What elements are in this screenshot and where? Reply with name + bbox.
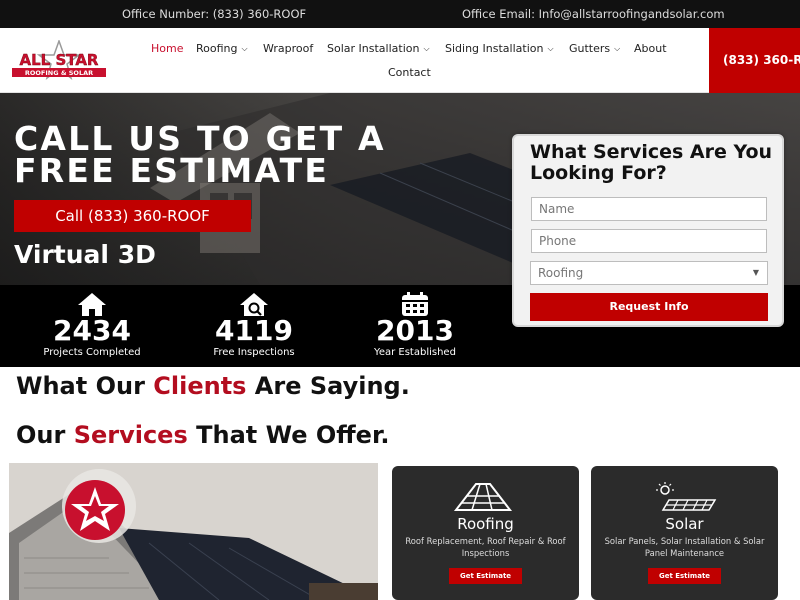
office-email[interactable]: Office Email: Info@allstarroofingandsola… xyxy=(462,7,725,21)
nav-wraproof[interactable]: Wraproof xyxy=(263,42,313,55)
hero-subtitle: Virtual 3D xyxy=(14,240,156,269)
nav-about[interactable]: About xyxy=(634,42,667,55)
nav-contact-label: Contact xyxy=(388,66,431,79)
nav-solar-installation[interactable]: Solar Installation ⌵ xyxy=(327,42,430,55)
stat-year: 2013 Year Established xyxy=(340,285,490,367)
heading-text: That We Offer. xyxy=(187,421,390,449)
roof-icon xyxy=(453,483,513,511)
heading-text: Are Saying. xyxy=(246,372,410,400)
service-title: Solar xyxy=(665,515,704,533)
services-heading: Our Services That We Offer. xyxy=(16,421,390,449)
chevron-down-icon: ⌵ xyxy=(423,44,430,53)
stat-inspections: 4119 Free Inspections xyxy=(179,285,329,367)
top-contact-bar: Office Number: (833) 360-ROOF Office Ema… xyxy=(0,0,800,28)
house-photo-image xyxy=(9,463,378,600)
stat-value: 2434 xyxy=(53,314,131,347)
service-card-roofing[interactable]: Roofing Roof Replacement, Roof Repair & … xyxy=(392,466,579,600)
chevron-down-icon: ⌵ xyxy=(547,44,554,53)
nav-about-label: About xyxy=(634,42,667,55)
solar-panel-icon xyxy=(656,482,717,511)
office-phone[interactable]: Office Number: (833) 360-ROOF xyxy=(122,7,306,21)
logo-text: ALL STAR xyxy=(20,51,99,69)
heading-text: Our xyxy=(16,421,74,449)
name-input[interactable]: Name xyxy=(531,197,767,221)
services-photo xyxy=(9,463,378,600)
nav-home[interactable]: Home xyxy=(151,42,183,55)
nav-home-label: Home xyxy=(151,42,184,55)
logo-subtext: ROOFING & SOLAR xyxy=(25,69,93,77)
header-call-button[interactable]: (833) 360-ROOF xyxy=(709,28,800,93)
get-estimate-button[interactable]: Get Estimate xyxy=(449,568,522,584)
nav-roofing-label: Roofing xyxy=(196,42,238,55)
service-description: Solar Panels, Solar Installation & Solar… xyxy=(604,536,765,558)
service-card-solar[interactable]: Solar Solar Panels, Solar Installation &… xyxy=(591,466,778,600)
site-logo[interactable]: ALL STAR ROOFING & SOLAR xyxy=(8,38,110,82)
hero-call-button[interactable]: Call (833) 360-ROOF xyxy=(14,200,251,232)
form-title: What Services Are You Looking For? xyxy=(530,141,773,184)
stat-label: Projects Completed xyxy=(43,347,141,358)
nav-wraproof-label: Wraproof xyxy=(263,42,314,55)
service-select[interactable]: Roofing ▼ xyxy=(530,261,768,285)
request-info-button[interactable]: Request Info xyxy=(530,293,768,321)
get-estimate-button[interactable]: Get Estimate xyxy=(648,568,721,584)
stat-value: 4119 xyxy=(215,314,293,347)
star-logo-icon: ALL STAR ROOFING & SOLAR xyxy=(12,38,106,80)
nav-roofing[interactable]: Roofing ⌵ xyxy=(196,42,248,55)
chevron-down-icon: ▼ xyxy=(752,268,759,277)
main-nav: Home Roofing ⌵ Wraproof Solar Installatio… xyxy=(140,28,705,93)
site-header: ALL STAR ROOFING & SOLAR Home Roofing ⌵ W… xyxy=(0,28,800,93)
hero-title: CALL US TO GET A FREE ESTIMATE xyxy=(14,119,386,190)
stat-label: Free Inspections xyxy=(213,347,295,358)
nav-siding-installation-label: Siding Installation xyxy=(445,42,544,55)
request-form: What Services Are You Looking For? Name … xyxy=(512,134,784,327)
nav-solar-installation-label: Solar Installation xyxy=(327,42,420,55)
heading-accent: Services xyxy=(73,421,188,449)
chevron-down-icon: ⌵ xyxy=(241,44,248,53)
stat-value: 2013 xyxy=(376,314,454,347)
nav-contact[interactable]: Contact xyxy=(388,66,431,79)
service-description: Roof Replacement, Roof Repair & Roof Ins… xyxy=(405,536,566,558)
chevron-down-icon: ⌵ xyxy=(614,44,621,53)
nav-siding-installation[interactable]: Siding Installation ⌵ xyxy=(445,42,554,55)
stat-label: Year Established xyxy=(374,347,456,358)
nav-gutters-label: Gutters xyxy=(569,42,611,55)
service-title: Roofing xyxy=(457,515,514,533)
heading-text: What Our xyxy=(16,372,154,400)
service-select-value: Roofing xyxy=(538,266,584,280)
stat-projects: 2434 Projects Completed xyxy=(17,285,167,367)
clients-heading: What Our Clients Are Saying. xyxy=(16,372,410,400)
phone-input[interactable]: Phone xyxy=(531,229,767,253)
nav-gutters[interactable]: Gutters ⌵ xyxy=(569,42,620,55)
heading-accent: Clients xyxy=(153,372,247,400)
